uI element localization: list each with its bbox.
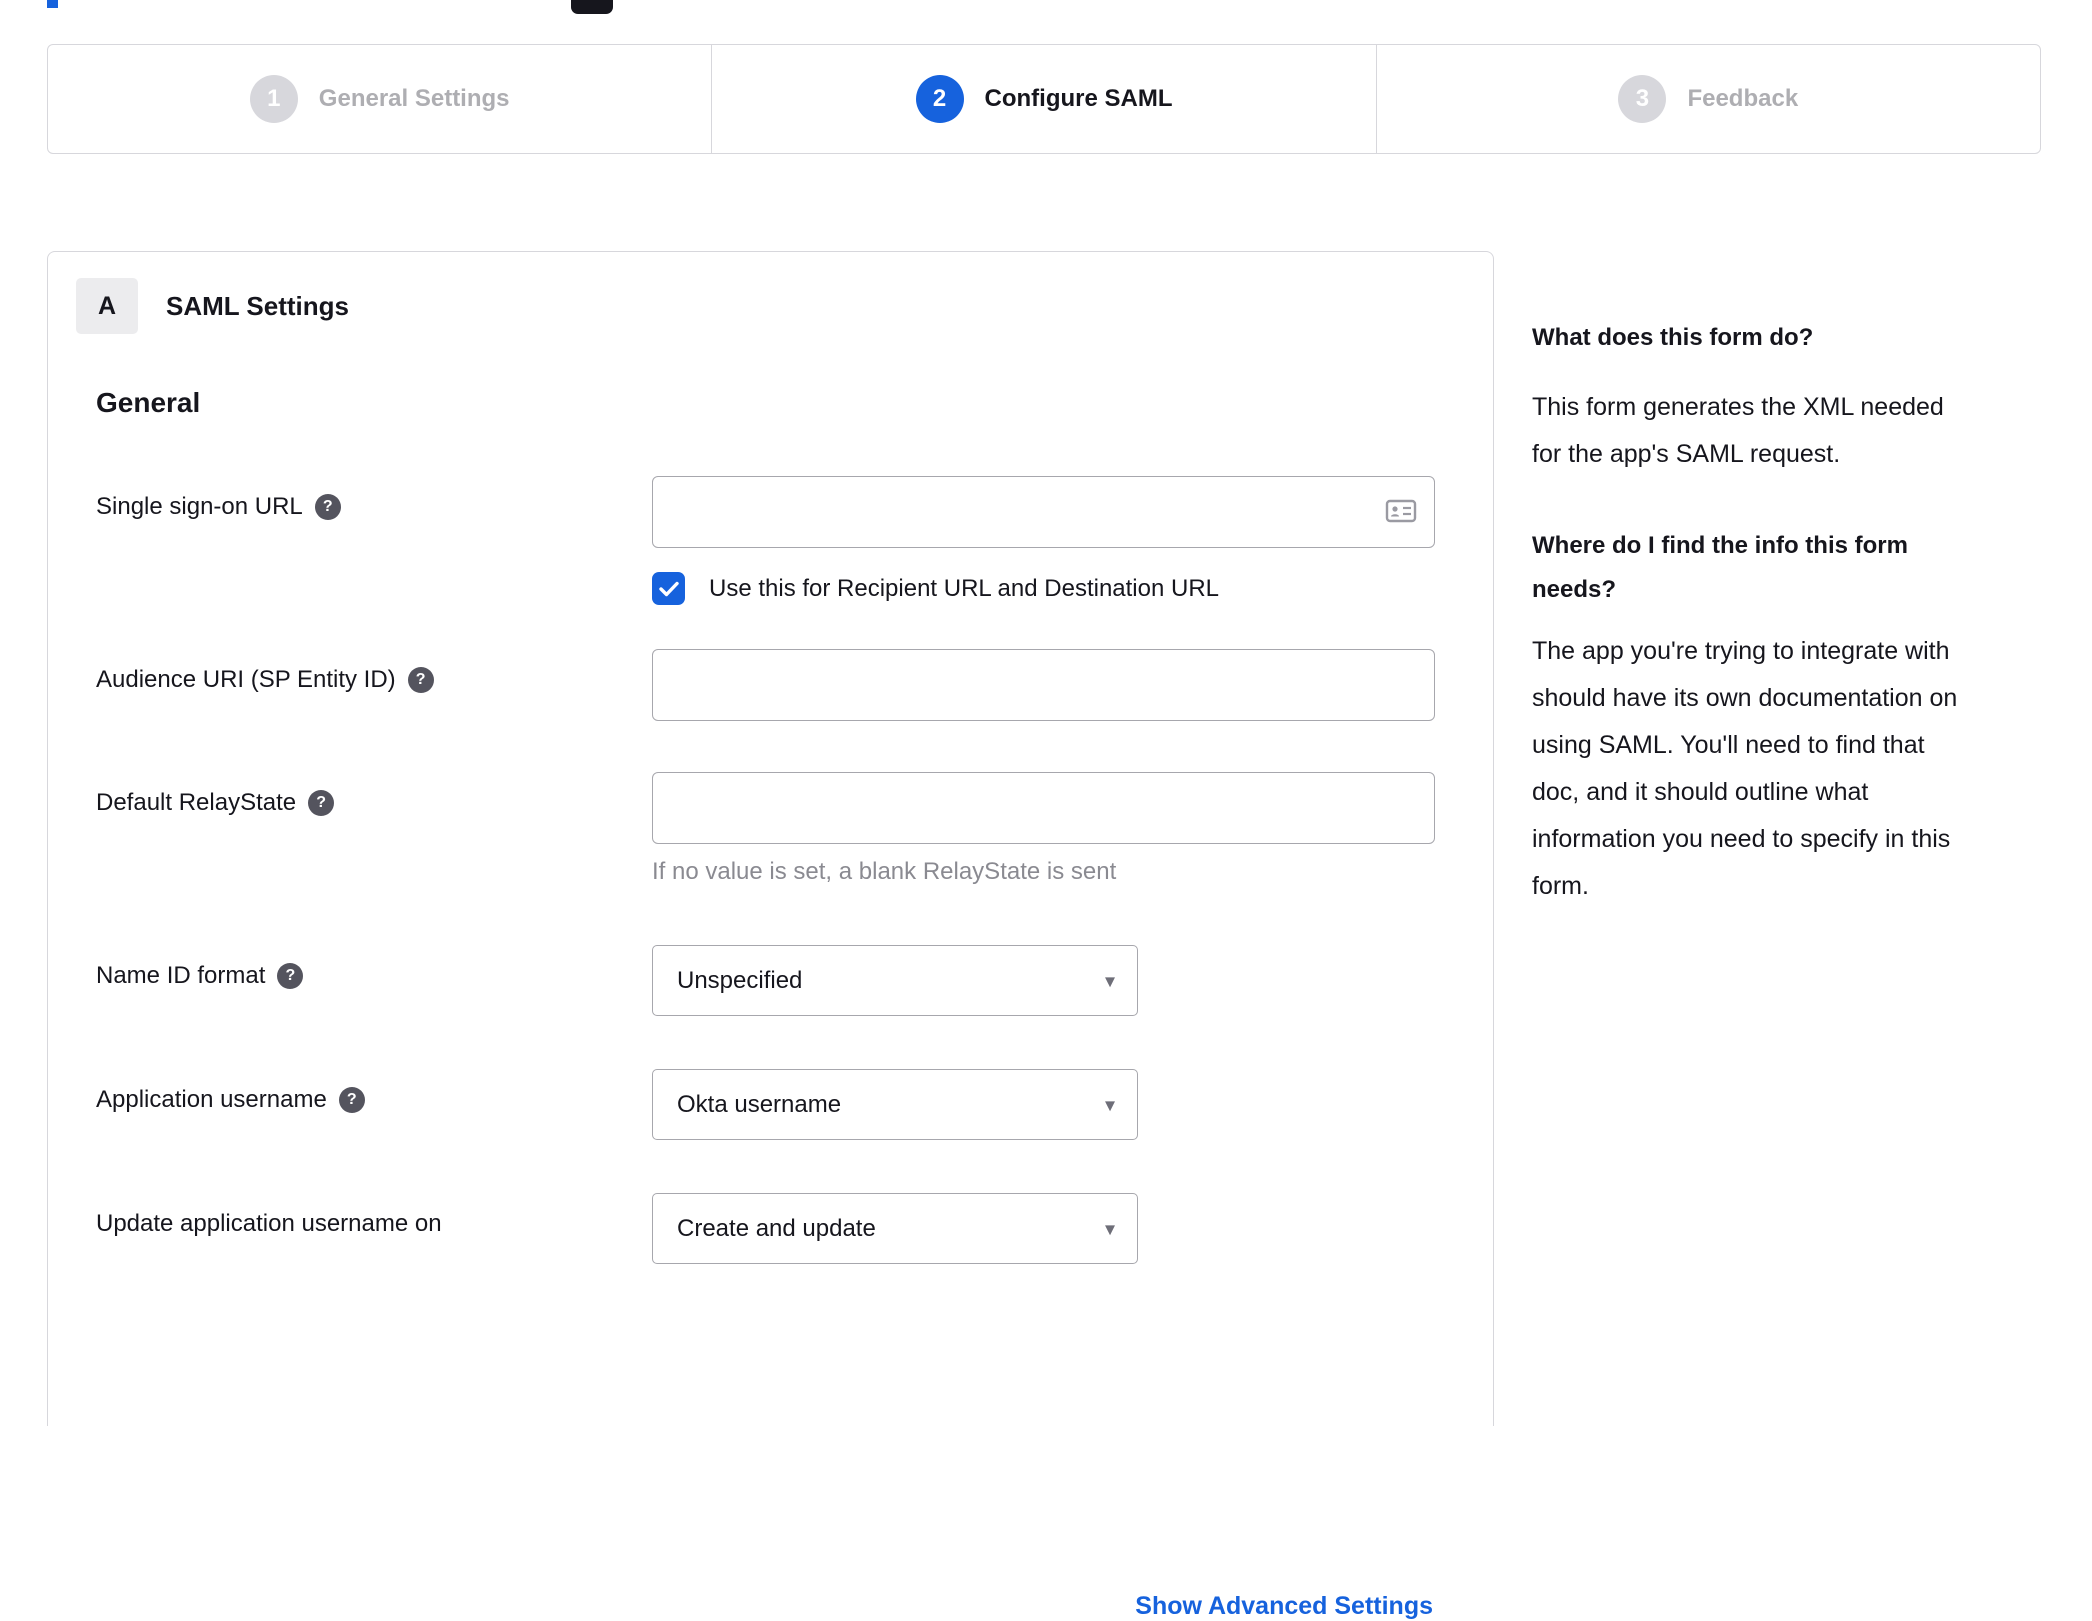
form-row-app-username: Application username ? Okta username ▾	[48, 1069, 1493, 1140]
relaystate-hint: If no value is set, a blank RelayState i…	[652, 858, 1117, 885]
app-logo-fragment	[571, 0, 613, 14]
panel-header: A SAML Settings	[76, 278, 349, 334]
step-configure-saml[interactable]: 2 Configure SAML	[711, 45, 1375, 153]
step-label: Feedback	[1687, 85, 1799, 112]
chevron-down-icon: ▾	[1104, 970, 1115, 992]
step-number-badge: 3	[1618, 75, 1667, 123]
step-general-settings[interactable]: 1 General Settings	[48, 45, 711, 153]
help-sidebar: What does this form do? This form genera…	[1532, 322, 2032, 956]
nameid-format-select[interactable]: Unspecified ▾	[652, 945, 1138, 1016]
wizard-stepper: 1 General Settings 2 Configure SAML 3 Fe…	[47, 44, 2041, 154]
form-row-update-username: Update application username on Create an…	[48, 1193, 1493, 1264]
step-label: General Settings	[318, 85, 510, 112]
checkmark-icon	[658, 581, 679, 596]
help-icon[interactable]: ?	[314, 494, 341, 520]
step-number-badge: 2	[915, 75, 964, 123]
app-username-select[interactable]: Okta username ▾	[652, 1069, 1138, 1140]
help-icon[interactable]: ?	[277, 963, 304, 989]
section-a-badge: A	[76, 278, 138, 334]
step-feedback[interactable]: 3 Feedback	[1375, 45, 2040, 153]
contact-card-icon	[1385, 499, 1417, 523]
audience-uri-label: Audience URI (SP Entity ID)	[96, 666, 396, 693]
help-icon[interactable]: ?	[407, 667, 434, 693]
form-row-audience: Audience URI (SP Entity ID) ?	[48, 649, 1493, 721]
form-row-relaystate: Default RelayState ? If no value is set,…	[48, 772, 1493, 886]
app-username-value: Okta username	[677, 1090, 842, 1118]
help-answer-1: This form generates the XML needed for t…	[1532, 393, 1944, 468]
saml-settings-panel: A SAML Settings General Single sign-on U…	[47, 251, 1494, 1620]
audience-uri-input[interactable]	[652, 649, 1435, 721]
form-row-nameid: Name ID format ? Unspecified ▾	[48, 945, 1493, 1016]
update-username-value: Create and update	[677, 1214, 876, 1242]
step-number-badge: 1	[249, 75, 298, 123]
help-icon[interactable]: ?	[308, 790, 335, 816]
step-label: Configure SAML	[984, 85, 1173, 112]
app-username-label: Application username	[96, 1086, 327, 1113]
help-icon[interactable]: ?	[338, 1087, 365, 1113]
recipient-url-checkbox-label: Use this for Recipient URL and Destinati…	[709, 574, 1220, 602]
help-question-1: What does this form do?	[1532, 324, 1814, 351]
nameid-format-value: Unspecified	[677, 966, 803, 994]
section-title-general: General	[96, 387, 201, 418]
update-username-select[interactable]: Create and update ▾	[652, 1193, 1138, 1264]
nameid-format-label: Name ID format	[96, 962, 266, 989]
sso-url-label: Single sign-on URL	[96, 493, 303, 520]
relaystate-input[interactable]	[652, 772, 1435, 844]
recipient-url-checkbox[interactable]	[652, 572, 685, 605]
chevron-down-icon: ▾	[1104, 1218, 1115, 1240]
panel-title: SAML Settings	[166, 290, 349, 321]
show-advanced-settings-link[interactable]: Show Advanced Settings	[1135, 1592, 1433, 1621]
sso-url-input[interactable]	[652, 476, 1435, 548]
update-username-label: Update application username on	[96, 1210, 442, 1237]
help-question-2: Where do I find the info this form needs…	[1532, 532, 1908, 603]
chevron-down-icon: ▾	[1104, 1094, 1115, 1116]
relaystate-label: Default RelayState	[96, 789, 297, 816]
recipient-url-checkbox-row: Use this for Recipient URL and Destinati…	[652, 572, 1435, 605]
app-title-fragment	[47, 0, 58, 8]
form-row-sso: Single sign-on URL ? Use this for Recipi…	[48, 476, 1493, 605]
help-answer-2: The app you're trying to integrate with …	[1532, 637, 1958, 900]
